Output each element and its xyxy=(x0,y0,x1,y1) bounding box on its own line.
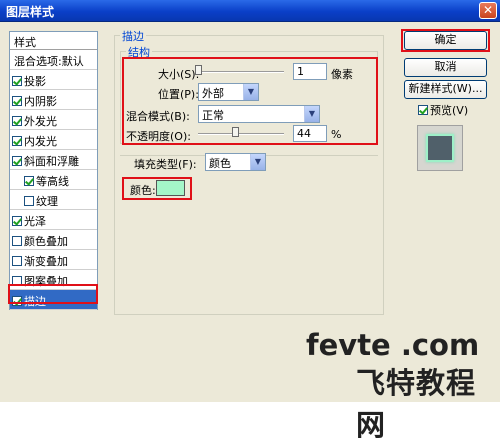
watermark-domain: fevte .com xyxy=(306,328,480,362)
ok-highlight xyxy=(401,29,490,52)
sidebar-item[interactable]: 投影 xyxy=(10,70,97,90)
title-bar: 图层样式 ✕ xyxy=(0,0,500,22)
dialog-body: 样式 混合选项:默认投影内阴影外发光内发光斜面和浮雕等高线纹理光泽颜色叠加渐变叠… xyxy=(0,22,500,442)
color-label: 颜色: xyxy=(130,184,156,197)
fill-type-label: 填充类型(F): xyxy=(134,158,197,171)
sidebar-item[interactable]: 内阴影 xyxy=(10,90,97,110)
cancel-label: 取消 xyxy=(434,60,457,73)
cancel-button[interactable]: 取消 xyxy=(404,58,487,77)
close-button[interactable]: ✕ xyxy=(479,2,497,19)
watermark-site-name: 飞特教程网 xyxy=(356,366,477,442)
check-icon xyxy=(418,105,428,115)
styles-header: 样式 xyxy=(10,32,97,50)
sidebar-item-label: 内发光 xyxy=(24,135,57,148)
sidebar-item[interactable]: 外发光 xyxy=(10,110,97,130)
sidebar-item-label: 渐变叠加 xyxy=(24,255,68,268)
close-icon: ✕ xyxy=(482,3,494,17)
new-style-button[interactable]: 新建样式(W)... xyxy=(404,80,487,99)
new-style-label: 新建样式(W)... xyxy=(408,82,483,95)
checkbox-icon[interactable] xyxy=(12,256,22,266)
sidebar-item[interactable]: 光泽 xyxy=(10,210,97,230)
sidebar-item-label: 纹理 xyxy=(36,195,58,208)
styles-items: 混合选项:默认 投影 内阴影 外发光 内发光 斜面和浮雕 等高线 纹理 光泽 颜色叠加 渐变叠加 图案… xyxy=(10,50,97,310)
check-icon[interactable] xyxy=(12,156,22,166)
sidebar-item-label: 斜面和浮雕 xyxy=(24,155,79,168)
sidebar-item-label: 内阴影 xyxy=(24,95,57,108)
check-icon[interactable] xyxy=(12,76,22,86)
preview-checkbox[interactable]: 预览(V) xyxy=(418,102,468,118)
sidebar-item-label: 外发光 xyxy=(24,115,57,128)
preview-thumbnail xyxy=(417,125,463,171)
styles-list: 样式 混合选项:默认投影内阴影外发光内发光斜面和浮雕等高线纹理光泽颜色叠加渐变叠… xyxy=(9,31,98,310)
checkbox-icon[interactable] xyxy=(24,196,34,206)
fill-type-select[interactable]: 颜色 ▼ xyxy=(205,153,266,171)
sidebar-item-label: 颜色叠加 xyxy=(24,235,68,248)
chevron-down-icon: ▼ xyxy=(250,154,265,170)
sidebar-item[interactable]: 内发光 xyxy=(10,130,97,150)
sidebar-item-label: 投影 xyxy=(24,75,46,88)
sidebar-item[interactable]: 渐变叠加 xyxy=(10,250,97,270)
structure-highlight xyxy=(122,57,378,145)
window-title: 图层样式 xyxy=(6,5,55,19)
sidebar-item[interactable]: 纹理 xyxy=(10,190,97,210)
check-icon[interactable] xyxy=(12,216,22,226)
stroke-group-title: 描边 xyxy=(120,28,146,44)
sidebar-item-label: 光泽 xyxy=(24,215,46,228)
sidebar-item[interactable]: 颜色叠加 xyxy=(10,230,97,250)
check-icon[interactable] xyxy=(24,176,34,186)
checkbox-icon[interactable] xyxy=(12,236,22,246)
fill-type-value: 颜色 xyxy=(209,157,231,170)
check-icon[interactable] xyxy=(12,136,22,146)
preview-swatch xyxy=(426,134,454,162)
sidebar-item-label: 等高线 xyxy=(36,175,69,188)
sidebar-item[interactable]: 等高线 xyxy=(10,170,97,190)
sidebar-item[interactable]: 混合选项:默认 xyxy=(10,50,97,70)
preview-label: 预览(V) xyxy=(430,104,469,117)
sidebar-item[interactable]: 斜面和浮雕 xyxy=(10,150,97,170)
check-icon[interactable] xyxy=(12,116,22,126)
sidebar-item-label: 混合选项:默认 xyxy=(14,55,84,68)
check-icon[interactable] xyxy=(12,96,22,106)
color-swatch[interactable] xyxy=(156,180,185,196)
stroke-item-highlight xyxy=(8,284,98,304)
